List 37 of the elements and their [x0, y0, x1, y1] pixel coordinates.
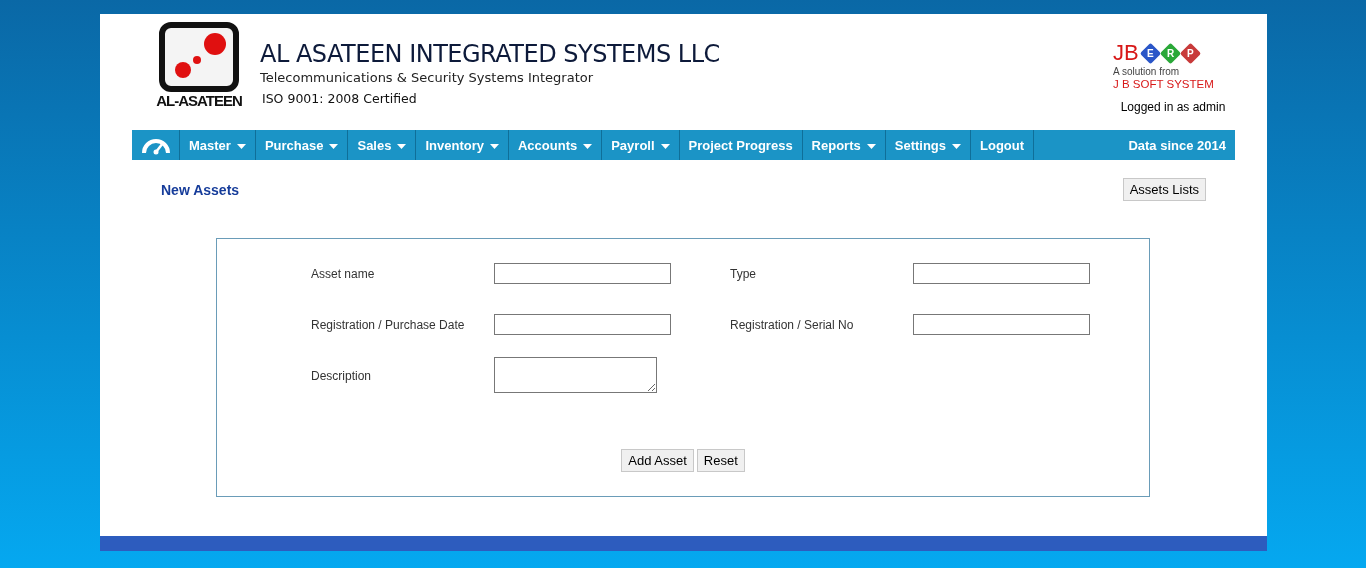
input-field[interactable] [913, 263, 1090, 284]
menu-item[interactable]: Reports [802, 130, 886, 160]
user-status: Logged in as admin [1120, 100, 1226, 114]
erp-brand: JB [1113, 40, 1139, 66]
data-since-text: Data since 2014 [1128, 136, 1227, 155]
input-field[interactable] [494, 314, 671, 335]
logo-caption: AL-ASATEEN [156, 92, 242, 109]
input-field[interactable] [913, 314, 1090, 335]
menu-item[interactable]: Payroll [602, 130, 680, 160]
menu-item[interactable]: Inventory [416, 130, 509, 160]
certification-text: ISO 9001: 2008 Certified [262, 91, 418, 106]
company-name: AL ASATEEN INTEGRATED SYSTEMS LLC [260, 40, 720, 68]
erp-subtitle: A solution from [1113, 66, 1181, 77]
tagline: Telecommunications & Security Systems Integrator [260, 70, 595, 85]
erp-tile: P [1179, 42, 1201, 64]
page-title: New Assets [161, 181, 240, 198]
menu-item[interactable]: Logout [971, 130, 1035, 160]
erp-tile: E [1139, 42, 1161, 64]
field-label: Registration / Serial No [730, 317, 855, 332]
field-label: Registration / Purchase Date [311, 317, 466, 332]
menu-item[interactable]: Purchase [255, 130, 349, 160]
erp-tile: R [1159, 42, 1181, 64]
menu-item[interactable]: Sales [348, 130, 417, 160]
input-field[interactable] [494, 263, 671, 284]
field-label: Type [730, 266, 757, 281]
menu-item[interactable]: Project Progress [679, 130, 803, 160]
menu-item[interactable]: Master [180, 130, 256, 160]
menu-item[interactable]: Settings [885, 130, 972, 160]
form-button[interactable]: Add Asset [621, 449, 694, 472]
field-label: Asset name [311, 266, 376, 281]
assets-list-button[interactable]: Assets Lists [1122, 178, 1206, 201]
logo-icon [159, 22, 239, 92]
form-button[interactable]: Reset [696, 449, 745, 472]
field-label: Description [311, 368, 373, 383]
menu-item[interactable]: Accounts [508, 130, 603, 160]
erp-vendor: J B SOFT SYSTEM [1113, 78, 1215, 90]
description-field[interactable] [494, 357, 657, 393]
